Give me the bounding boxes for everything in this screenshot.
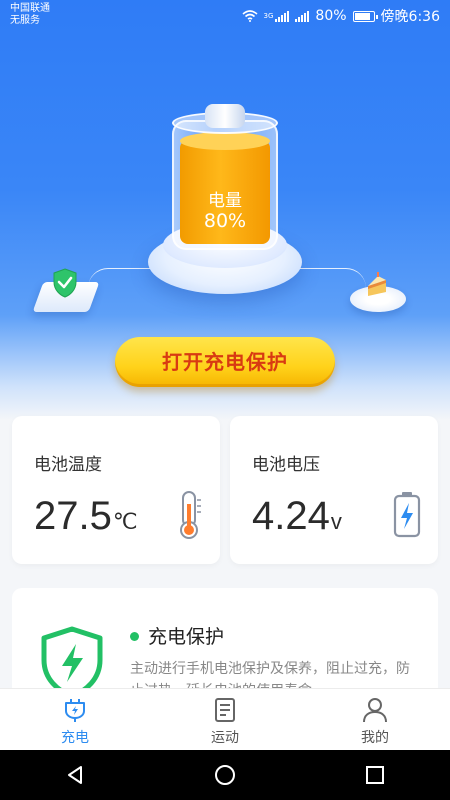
- green-shield-icon: [53, 268, 77, 298]
- person-icon: [363, 698, 387, 723]
- home-button[interactable]: [195, 755, 255, 795]
- tab-charge[interactable]: 充电: [0, 689, 150, 750]
- system-navigation-bar: [0, 750, 450, 800]
- voltage-value: 4.24v: [252, 494, 342, 539]
- tab-mine-label: 我的: [361, 730, 389, 746]
- battery-level-value: 80%: [203, 210, 247, 232]
- signal-strength-icon-2: [295, 10, 310, 22]
- cake-icon: [368, 272, 386, 296]
- temperature-number: 27.5: [34, 494, 112, 538]
- battery-level-label: 电量: [208, 191, 242, 211]
- home-circle-icon: [215, 765, 235, 785]
- enable-charge-protection-button[interactable]: 打开充电保护: [115, 337, 335, 387]
- wifi-icon: [242, 10, 258, 22]
- battery-temperature-card: 电池温度 27.5℃: [12, 416, 220, 564]
- bottom-tab-bar: 充电 运动 我的: [0, 688, 450, 750]
- battery-bolt-icon: [393, 492, 421, 538]
- clock: 傍晚6:36: [380, 9, 440, 25]
- carrier-name: 中国联通: [10, 3, 50, 14]
- carrier-info: 中国联通 无服务: [10, 3, 50, 27]
- service-status: 无服务: [10, 15, 40, 26]
- battery-icon: [352, 10, 378, 22]
- charge-protection-title: 充电保护: [148, 626, 225, 648]
- status-bar: 中国联通 无服务 3G 80% 傍晚6:36: [0, 0, 450, 32]
- thermometer-icon: [180, 491, 201, 539]
- tab-exercise-label: 运动: [211, 730, 239, 746]
- back-button[interactable]: [45, 755, 105, 795]
- recents-square-icon: [366, 766, 384, 784]
- plug-icon: [65, 699, 85, 722]
- recents-button[interactable]: [345, 755, 405, 795]
- status-indicators: 3G 80% 傍晚6:36: [242, 6, 440, 26]
- voltage-number: 4.24: [252, 494, 330, 538]
- voltage-unit: v: [330, 509, 342, 534]
- temperature-label: 电池温度: [34, 455, 102, 475]
- document-icon: [215, 698, 235, 722]
- battery-percent: 80%: [315, 8, 347, 24]
- tab-charge-label: 充电: [61, 730, 89, 746]
- signal-strength-icon: [275, 10, 290, 22]
- back-triangle-icon: [68, 766, 82, 784]
- status-dot: [130, 632, 139, 641]
- battery-voltage-card: 电池电压 4.24v: [230, 416, 438, 564]
- temperature-unit: ℃: [112, 509, 138, 534]
- tab-exercise[interactable]: 运动: [150, 689, 300, 750]
- tab-mine[interactable]: 我的: [300, 689, 450, 750]
- voltage-label: 电池电压: [252, 455, 320, 475]
- network-type-badge: 3G: [263, 12, 274, 20]
- battery-cap: [205, 104, 245, 128]
- temperature-value: 27.5℃: [34, 494, 138, 539]
- battery-fill-surface: [180, 132, 270, 150]
